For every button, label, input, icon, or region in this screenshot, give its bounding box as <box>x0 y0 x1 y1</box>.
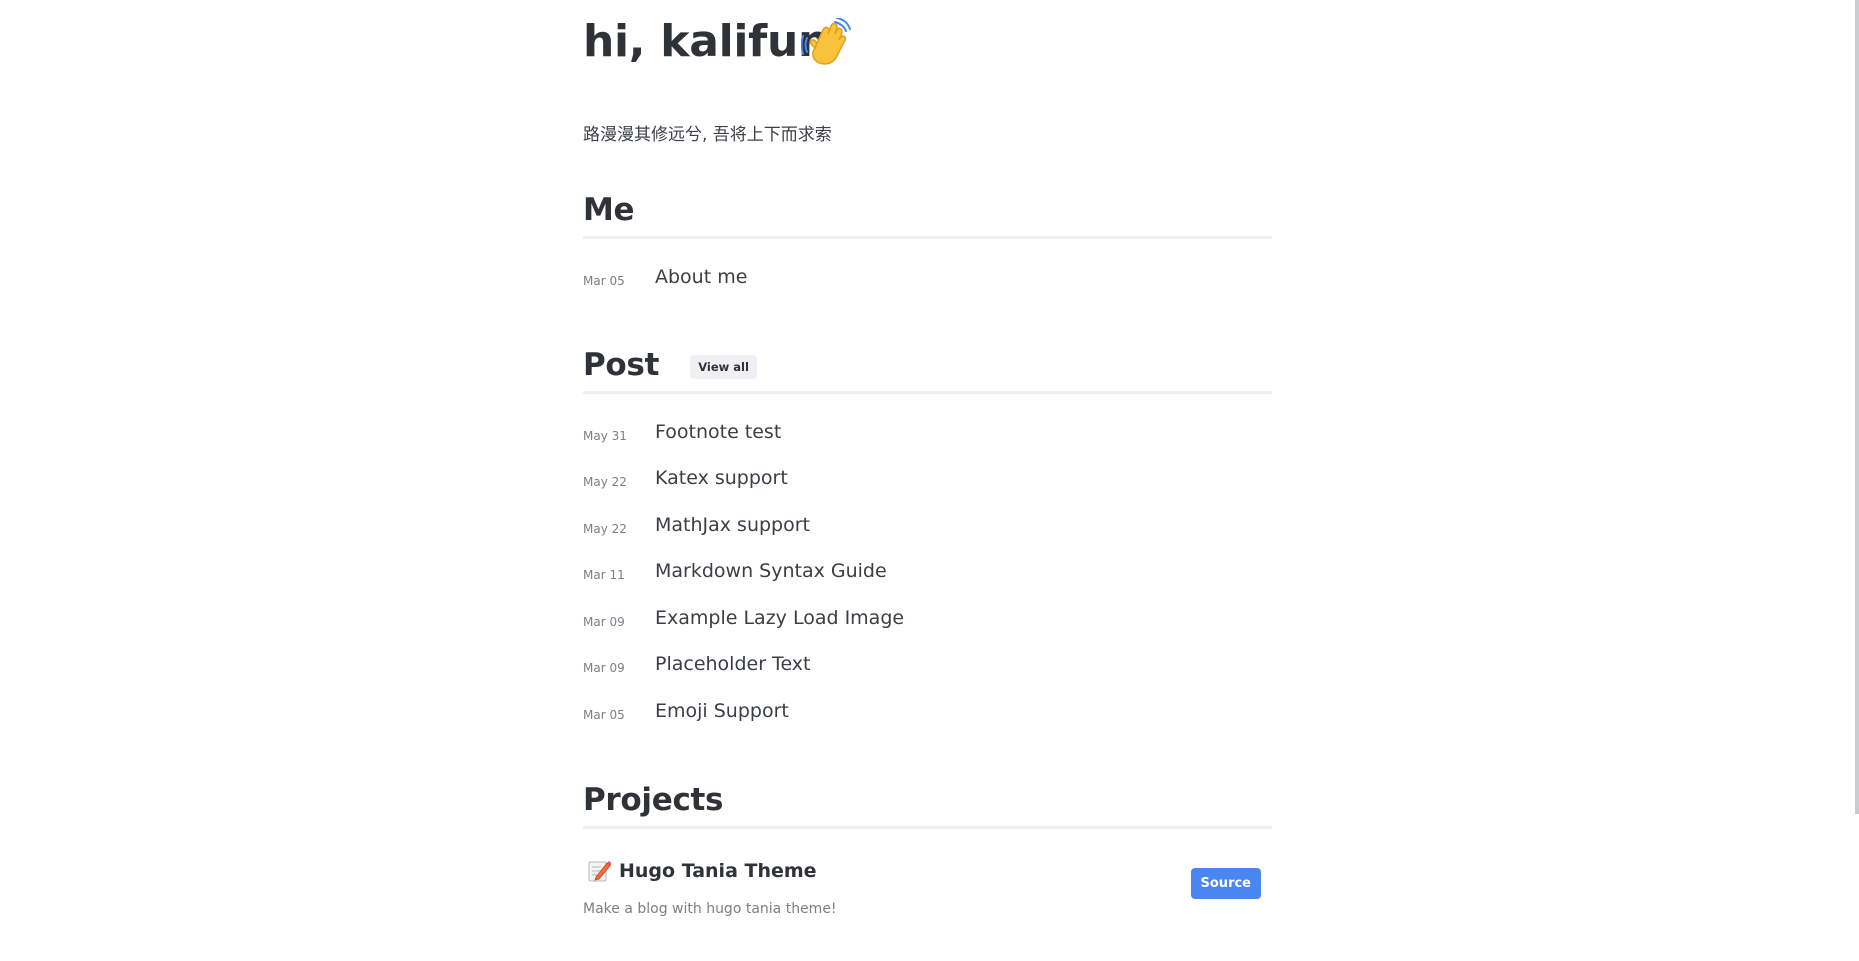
scrollbar[interactable] <box>1855 0 1859 814</box>
list-item[interactable]: Mar 09 Example Lazy Load Image <box>583 607 1272 637</box>
item-title-link[interactable]: MathJax support <box>655 514 810 536</box>
item-title-link[interactable]: Emoji Support <box>655 700 789 722</box>
item-date: Mar 05 <box>583 274 625 288</box>
item-date: May 22 <box>583 475 627 489</box>
item-title-link[interactable]: Markdown Syntax Guide <box>655 560 887 582</box>
waving-hand-icon <box>800 17 853 70</box>
view-all-button[interactable]: View all <box>690 354 757 379</box>
item-date: Mar 05 <box>583 708 625 722</box>
item-title-link[interactable]: About me <box>655 266 747 288</box>
list-item[interactable]: Mar 09 Placeholder Text <box>583 653 1272 683</box>
item-title-link[interactable]: Placeholder Text <box>655 653 811 675</box>
page: hi, kalifun 路漫漫其修远兮, 吾将上下而求索 Me Mar 05 A… <box>0 0 1859 961</box>
item-date: May 22 <box>583 522 627 536</box>
item-date: Mar 11 <box>583 568 625 582</box>
list-item[interactable]: May 22 Katex support <box>583 467 1272 497</box>
me-section-header: Me <box>583 192 1272 239</box>
greeting-text: hi, kalifun <box>583 16 830 67</box>
memo-icon <box>587 858 612 882</box>
post-section-header: Post View all <box>583 347 1272 394</box>
item-date: May 31 <box>583 429 627 443</box>
list-item[interactable]: Mar 05 Emoji Support <box>583 700 1272 730</box>
list-item[interactable]: Mar 11 Markdown Syntax Guide <box>583 560 1272 590</box>
greeting-heading: hi, kalifun <box>583 16 829 67</box>
item-title-link[interactable]: Katex support <box>655 467 788 489</box>
tagline: 路漫漫其修远兮, 吾将上下而求索 <box>583 125 832 145</box>
projects-section-header: Projects <box>583 782 1272 829</box>
section-title-projects: Projects <box>583 782 724 818</box>
item-title-link[interactable]: Example Lazy Load Image <box>655 607 904 629</box>
project-card: Hugo Tania Theme Make a blog with hugo t… <box>583 855 1272 925</box>
section-title-post: Post <box>583 347 660 383</box>
list-item[interactable]: May 31 Footnote test <box>583 421 1272 451</box>
source-button[interactable]: Source <box>1190 868 1261 899</box>
list-item[interactable]: Mar 05 About me <box>583 266 1272 296</box>
project-title-link[interactable]: Hugo Tania Theme <box>619 860 817 882</box>
list-item[interactable]: May 22 MathJax support <box>583 514 1272 544</box>
project-description: Make a blog with hugo tania theme! <box>583 901 837 917</box>
item-date: Mar 09 <box>583 661 625 675</box>
item-date: Mar 09 <box>583 615 625 629</box>
item-title-link[interactable]: Footnote test <box>655 421 781 443</box>
section-title-me: Me <box>583 192 635 228</box>
